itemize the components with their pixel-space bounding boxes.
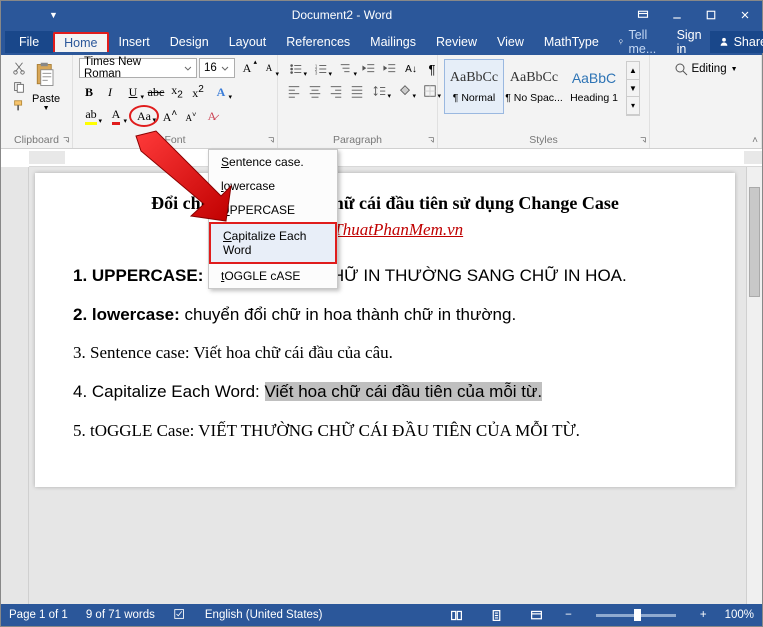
status-words[interactable]: 9 of 71 words — [86, 609, 155, 621]
paste-label: Paste — [32, 93, 60, 105]
grow-font2-icon[interactable]: A˄ — [160, 106, 180, 126]
doc-para-3: 3. Sentence case: Viết hoa chữ cái đầu c… — [73, 341, 697, 366]
paste-button[interactable]: Paste ▼ — [28, 57, 64, 112]
styles-scroll[interactable]: ▲▼▾ — [626, 61, 640, 116]
group-label-clipboard: Clipboard — [1, 133, 72, 148]
doc-link: ThuThuatPhanMem.vn — [73, 220, 697, 240]
sort-button[interactable]: A↓ — [401, 59, 421, 79]
highlight-button[interactable]: ab▾ — [79, 106, 103, 126]
doc-para-4: 4. Capitalize Each Word: Viết hoa chữ cá… — [73, 380, 697, 405]
group-styles: AaBbCc ¶ Normal AaBbCc ¶ No Spac... AaBb… — [438, 55, 650, 148]
shading-button[interactable]: ▾ — [393, 81, 417, 101]
font-name-combo[interactable]: Times New Roman — [79, 58, 197, 78]
bold-button[interactable]: B — [79, 82, 99, 102]
page[interactable]: Đổi chữ thường thành chữ cái đầu tiên sử… — [35, 173, 735, 487]
group-label-paragraph: Paragraph — [278, 133, 437, 148]
group-font: Times New Roman 16 A▴ A▾ B I U▾ abc x2 x… — [73, 55, 278, 148]
numbering-button[interactable]: 123▾ — [309, 59, 333, 79]
shrink-font2-icon[interactable]: A˅ — [181, 106, 201, 126]
align-right-button[interactable] — [326, 81, 346, 101]
align-center-button[interactable] — [305, 81, 325, 101]
doc-para-2: 2. lowercase: chuyển đổi chữ in hoa thàn… — [73, 303, 697, 328]
tab-review[interactable]: Review — [426, 31, 487, 53]
align-left-button[interactable] — [284, 81, 304, 101]
share-button[interactable]: Share — [710, 31, 763, 53]
multilevel-list-button[interactable]: ▾ — [334, 59, 358, 79]
tab-mailings[interactable]: Mailings — [360, 31, 426, 53]
doc-heading: Đổi chữ thường thành chữ cái đầu tiên sử… — [73, 193, 697, 214]
tab-view[interactable]: View — [487, 31, 534, 53]
menu-lowercase[interactable]: lowercase — [209, 174, 337, 198]
doc-para-5: 5. tOGGLE Case: VIẾT THƯỜNG CHỮ CÁI ĐẦU … — [73, 419, 697, 444]
vertical-scrollbar[interactable] — [746, 167, 762, 606]
subscript-button[interactable]: x2 — [167, 82, 187, 102]
menu-capitalize-each-word[interactable]: Capitalize Each Word — [209, 222, 337, 264]
grow-font-icon[interactable]: A▴ — [237, 58, 257, 78]
view-read-icon[interactable] — [445, 604, 467, 626]
increase-indent-button[interactable] — [380, 59, 400, 79]
group-editing: Editing▼ — [650, 55, 762, 148]
superscript-button[interactable]: x2 — [188, 82, 208, 102]
status-language[interactable]: English (United States) — [205, 609, 323, 621]
tab-home[interactable]: Home — [53, 32, 108, 52]
decrease-indent-button[interactable] — [359, 59, 379, 79]
zoom-out-icon[interactable]: − — [565, 609, 572, 621]
font-size-combo[interactable]: 16 — [199, 58, 235, 78]
line-spacing-button[interactable]: ▾ — [368, 81, 392, 101]
format-painter-icon[interactable] — [10, 98, 28, 114]
font-color-button[interactable]: A▾ — [104, 106, 128, 126]
tab-layout[interactable]: Layout — [219, 31, 277, 53]
zoom-slider[interactable] — [596, 614, 676, 617]
menu-uppercase[interactable]: UPPERCASE — [209, 198, 337, 222]
change-case-menu: Sentence case. lowercase UPPERCASE Capit… — [208, 149, 338, 289]
vertical-ruler[interactable] — [1, 167, 29, 606]
status-page[interactable]: Page 1 of 1 — [9, 609, 68, 621]
group-label-editing — [650, 145, 761, 148]
shrink-font-icon[interactable]: A▾ — [259, 58, 279, 78]
editing-dropdown[interactable]: Editing▼ — [665, 57, 745, 81]
close-icon[interactable] — [728, 1, 762, 29]
svg-text:3: 3 — [315, 70, 318, 75]
strikethrough-button[interactable]: abc — [146, 82, 166, 102]
tab-mathtype[interactable]: MathType — [534, 31, 609, 53]
style-no-spacing[interactable]: AaBbCc ¶ No Spac... — [504, 59, 564, 114]
zoom-level[interactable]: 100% — [725, 609, 754, 621]
group-label-font: Font — [73, 133, 277, 148]
qat-customize-icon[interactable]: ▼ — [49, 10, 58, 20]
justify-button[interactable] — [347, 81, 367, 101]
tab-references[interactable]: References — [276, 31, 360, 53]
copy-icon[interactable] — [10, 79, 28, 95]
group-clipboard: Paste ▼ Clipboard — [1, 55, 73, 148]
doc-para-1: 1. UPPERCASE: CHUYỂN ĐỔI CHỮ IN THƯỜNG S… — [73, 264, 697, 289]
status-proofing-icon[interactable] — [173, 607, 187, 624]
style-normal[interactable]: AaBbCc ¶ Normal — [444, 59, 504, 114]
group-label-styles: Styles — [438, 133, 649, 148]
window-title: Document2 - Word — [58, 8, 626, 22]
horizontal-ruler[interactable] — [29, 149, 762, 167]
change-case-button[interactable]: Aa▾ — [129, 105, 159, 127]
italic-button[interactable]: I — [100, 82, 120, 102]
tab-design[interactable]: Design — [160, 31, 219, 53]
tab-insert[interactable]: Insert — [109, 31, 160, 53]
bullets-button[interactable]: ▾ — [284, 59, 308, 79]
group-paragraph: ▾ 123▾ ▾ A↓ ¶ ▾ ▾ ▾ Paragraph — [278, 55, 438, 148]
text-effects-button[interactable]: A▾ — [209, 82, 233, 102]
menu-sentence-case[interactable]: Sentence case. — [209, 150, 337, 174]
ribbon: Paste ▼ Clipboard Times New Roman 16 A▴ … — [1, 55, 762, 149]
statusbar: Page 1 of 1 9 of 71 words English (Unite… — [1, 604, 762, 626]
clear-formatting-icon[interactable]: A̷ — [202, 106, 222, 126]
view-web-icon[interactable] — [525, 604, 547, 626]
view-print-icon[interactable] — [485, 604, 507, 626]
ribbon-tabs: File Home Insert Design Layout Reference… — [1, 29, 762, 55]
zoom-in-icon[interactable]: + — [700, 609, 707, 621]
underline-button[interactable]: U▾ — [121, 82, 145, 102]
style-heading1[interactable]: AaBbC Heading 1 — [564, 59, 624, 114]
selected-text: Viết hoa chữ cái đầu tiên của mỗi từ. — [265, 382, 543, 401]
cut-icon[interactable] — [10, 60, 28, 76]
document-area: Đổi chữ thường thành chữ cái đầu tiên sử… — [1, 167, 762, 606]
menu-toggle-case[interactable]: tOGGLE cASE — [209, 264, 337, 288]
collapse-ribbon-icon[interactable]: ˄ — [752, 135, 758, 146]
tab-file[interactable]: File — [5, 31, 53, 53]
